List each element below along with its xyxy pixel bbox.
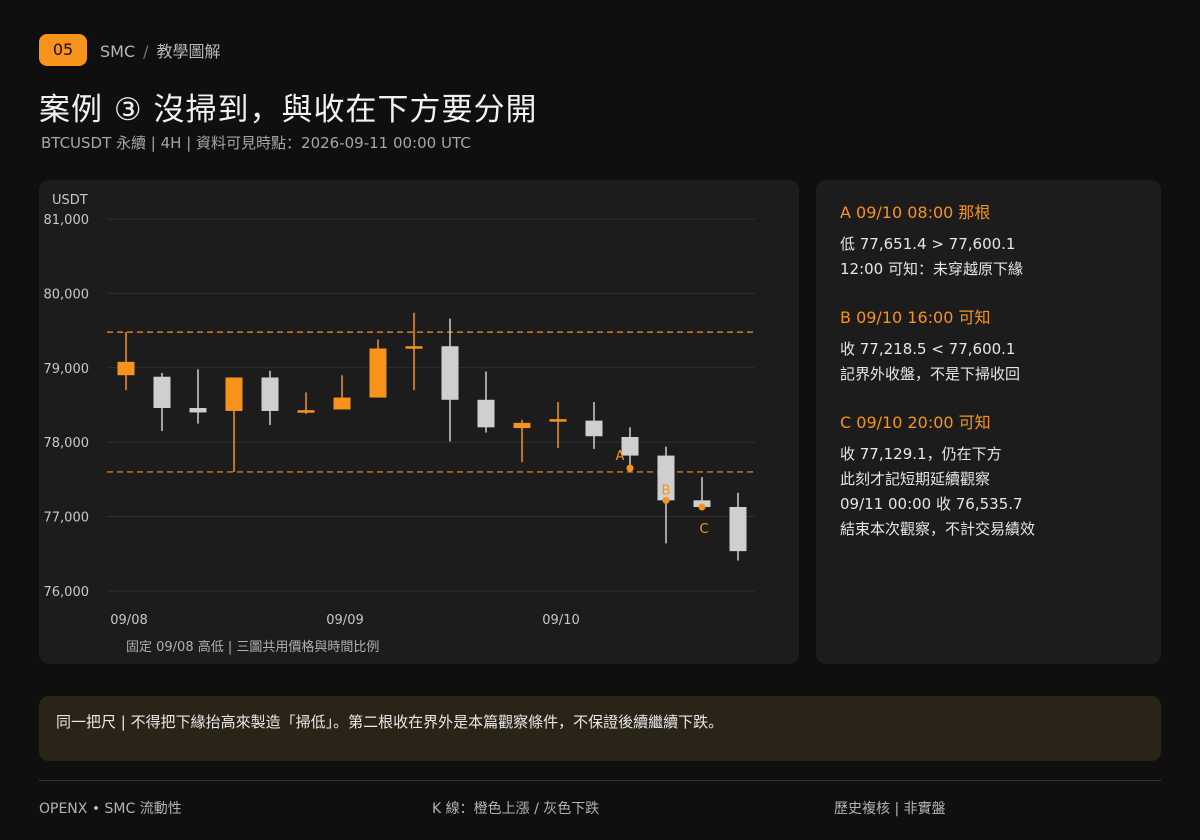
footer-divider xyxy=(39,780,1161,781)
candle-body xyxy=(549,419,567,422)
breadcrumb-item-smc: SMC xyxy=(100,41,136,61)
candle-body xyxy=(369,348,387,398)
note-c-line: 結束本次觀察，不計交易績效 xyxy=(840,520,1036,538)
page-title: 案例 ③ 沒掃到，與收在下方要分開 xyxy=(39,92,538,128)
disclaimer-box: 同一把尺 | 不得把下緣抬高來製造「掃低」。第二根收在界外是本篇觀察條件，不保證… xyxy=(39,696,1161,761)
y-tick-label: 77,000 xyxy=(44,511,90,526)
header-row: 05 SMC / 教學圖解 xyxy=(39,33,221,66)
note-a: A 09/10 08:00 那根 低 77,651.4 > 77,600.1 1… xyxy=(840,199,1137,282)
candle-body xyxy=(585,420,603,437)
y-tick-label: 76,000 xyxy=(44,585,90,600)
note-a-line: 低 77,651.4 > 77,600.1 xyxy=(840,235,1016,253)
x-tick-label: 09/08 xyxy=(110,613,147,628)
y-tick-label: 78,000 xyxy=(44,436,90,451)
candle-body xyxy=(261,377,279,411)
x-tick-label: 09/10 xyxy=(542,613,579,628)
footer-brand: OPENX • SMC 流動性 xyxy=(39,801,182,817)
footer-legend: K 線：橙色上漲 / 灰色下跌 xyxy=(432,801,600,817)
x-tick-label: 09/09 xyxy=(326,613,363,628)
breadcrumb-item-tutorial: 教學圖解 xyxy=(156,41,221,61)
candle-body xyxy=(189,407,207,413)
note-c: C 09/10 20:00 可知 收 77,129.1，仍在下方 此刻才記短期延… xyxy=(840,409,1137,542)
candle-body xyxy=(333,397,351,410)
footer-status: 歷史複核 | 非實盤 xyxy=(834,801,946,817)
step-badge: 05 xyxy=(39,33,87,66)
y-axis-label: USDT xyxy=(52,193,88,208)
candle-body xyxy=(297,410,315,413)
note-c-line: 收 77,129.1，仍在下方 xyxy=(840,445,1002,463)
chart-panel: 81,000 80,000 79,000 78,000 77,000 76,000 USDT… xyxy=(39,180,799,664)
note-b-heading: B 09/10 16:00 可知 xyxy=(840,308,991,327)
chart-caption: 固定 09/08 高低 | 三圖共用價格與時間比例 xyxy=(126,639,379,655)
breadcrumb-separator: / xyxy=(143,41,149,61)
notes-panel: A 09/10 08:00 那根 低 77,651.4 > 77,600.1 1… xyxy=(816,180,1161,664)
candle-body xyxy=(477,399,495,428)
marker-b-label: B xyxy=(662,483,671,498)
candle-body xyxy=(225,377,243,411)
candle-body xyxy=(513,422,531,429)
note-b: B 09/10 16:00 可知 收 77,218.5 < 77,600.1 記… xyxy=(840,304,1137,387)
note-c-heading: C 09/10 20:00 可知 xyxy=(840,413,991,432)
note-b-line: 記界外收盤，不是下掃收回 xyxy=(840,365,1021,383)
candlestick-chart: 81,000 80,000 79,000 78,000 77,000 76,000 USDT… xyxy=(44,193,755,655)
note-a-line: 12:00 可知：未穿越原下緣 xyxy=(840,260,1023,278)
note-c-line: 此刻才記短期延續觀察 xyxy=(840,470,991,488)
note-b-line: 收 77,218.5 < 77,600.1 xyxy=(840,340,1016,358)
marker-c-label: C xyxy=(699,522,708,537)
marker-a-label: A xyxy=(616,449,625,464)
y-tick-label: 81,000 xyxy=(44,213,90,228)
marker-c-dot xyxy=(698,503,706,511)
note-a-heading: A 09/10 08:00 那根 xyxy=(840,203,991,222)
candle-body xyxy=(117,361,135,376)
y-tick-label: 79,000 xyxy=(44,362,90,377)
page-subtitle: BTCUSDT 永續 | 4H | 資料可見時點：2026-09-11 00:0… xyxy=(41,134,471,152)
candle-body xyxy=(405,346,423,349)
note-c-line: 09/11 00:00 收 76,535.7 xyxy=(840,495,1023,513)
breadcrumb: SMC / 教學圖解 xyxy=(100,38,221,62)
candle-body xyxy=(729,506,747,552)
y-tick-label: 80,000 xyxy=(44,287,90,302)
candle-body xyxy=(153,376,171,408)
candle-body xyxy=(441,346,459,400)
marker-a-dot xyxy=(626,464,634,472)
